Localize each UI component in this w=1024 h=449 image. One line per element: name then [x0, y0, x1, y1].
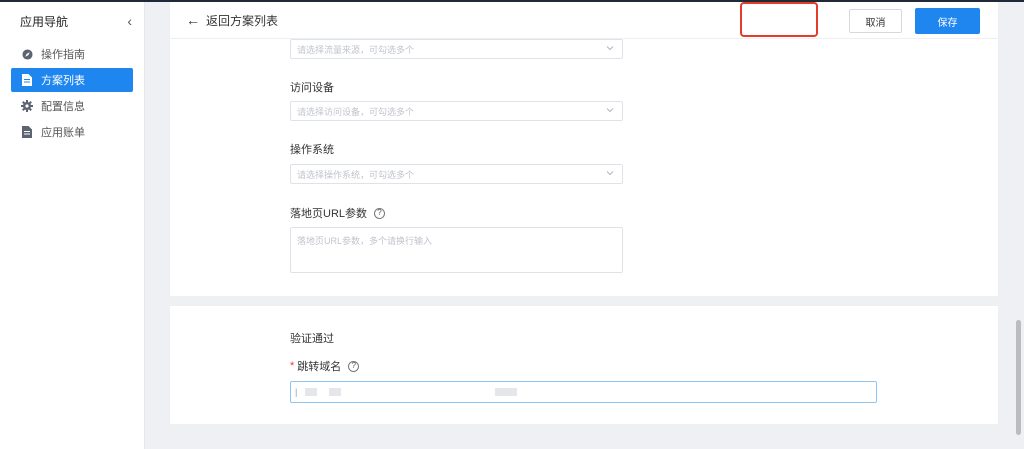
domain-verify-card: 验证通过 * 跳转域名 ? |: [170, 306, 998, 424]
compass-icon: [21, 48, 33, 60]
device-label-text: 访问设备: [290, 82, 334, 94]
domain-label-text: 跳转域名: [297, 361, 342, 373]
select-placeholder: 请选择流量来源，可勾选多个: [297, 44, 415, 55]
targeting-form-card: 请选择流量来源，可勾选多个 访问设备 请选择访问设备，可勾选多个 操作系统 请选…: [170, 39, 998, 296]
save-button[interactable]: 保存: [915, 8, 980, 34]
sidebar-item-plan-list[interactable]: 方案列表: [11, 68, 133, 92]
help-icon[interactable]: ?: [374, 207, 386, 219]
document-icon: [21, 74, 33, 86]
device-select[interactable]: 请选择访问设备，可勾选多个: [290, 101, 623, 121]
chevron-down-icon: [606, 44, 614, 52]
arrow-left-icon: ←: [186, 12, 200, 28]
bill-icon: [21, 126, 33, 138]
chevron-down-icon: [606, 106, 614, 114]
page-header: ← 返回方案列表 取消 保存: [170, 2, 998, 39]
collapse-sidebar-icon[interactable]: ‹: [127, 13, 132, 29]
os-select[interactable]: 请选择操作系统，可勾选多个: [290, 164, 623, 184]
redacted-text: [495, 388, 518, 396]
sidebar-item-bill[interactable]: 应用账单: [11, 120, 133, 144]
verify-status: 验证通过: [290, 330, 334, 346]
sidebar-item-label: 配置信息: [41, 101, 85, 113]
help-icon[interactable]: ?: [348, 360, 360, 372]
cancel-button[interactable]: 取消: [849, 9, 902, 33]
sidebar-item-label: 应用账单: [41, 127, 85, 139]
chevron-down-icon: [606, 169, 614, 177]
select-placeholder: 请选择访问设备，可勾选多个: [297, 106, 415, 117]
verify-status-text: 验证通过: [290, 333, 334, 345]
text-cursor: |: [295, 387, 298, 397]
gear-icon: [21, 100, 33, 112]
os-label-text: 操作系统: [290, 144, 334, 156]
sidebar-header: 应用导航 ‹: [0, 2, 144, 40]
back-label: 返回方案列表: [206, 13, 279, 28]
select-placeholder: 请选择操作系统，可勾选多个: [297, 169, 415, 180]
domain-input[interactable]: |: [290, 381, 877, 403]
redacted-text: [319, 388, 327, 396]
back-to-plan-list-link[interactable]: ← 返回方案列表: [186, 12, 278, 29]
domain-label: * 跳转域名 ?: [290, 358, 360, 374]
redacted-text: [305, 388, 318, 396]
scrollbar[interactable]: [1016, 320, 1021, 435]
textarea-placeholder: 落地页URL参数，多个请换行输入: [297, 236, 433, 246]
landing-params-label-text: 落地页URL参数: [290, 208, 368, 220]
landing-params-textarea[interactable]: 落地页URL参数，多个请换行输入: [290, 227, 623, 273]
sidebar: 应用导航 ‹ 操作指南 方案列表 配置信息 应用账单: [0, 2, 145, 449]
redacted-text: [329, 388, 342, 396]
required-mark: *: [290, 360, 295, 372]
traffic-source-select[interactable]: 请选择流量来源，可勾选多个: [290, 39, 623, 59]
redacted-text: [343, 388, 493, 396]
os-label: 操作系统: [290, 141, 334, 157]
device-label: 访问设备: [290, 79, 334, 95]
sidebar-item-config[interactable]: 配置信息: [11, 94, 133, 118]
sidebar-title: 应用导航: [20, 14, 69, 29]
sidebar-item-label: 方案列表: [41, 75, 85, 87]
landing-params-label: 落地页URL参数 ?: [290, 205, 386, 221]
sidebar-item-guide[interactable]: 操作指南: [11, 42, 133, 66]
sidebar-item-label: 操作指南: [41, 49, 85, 61]
